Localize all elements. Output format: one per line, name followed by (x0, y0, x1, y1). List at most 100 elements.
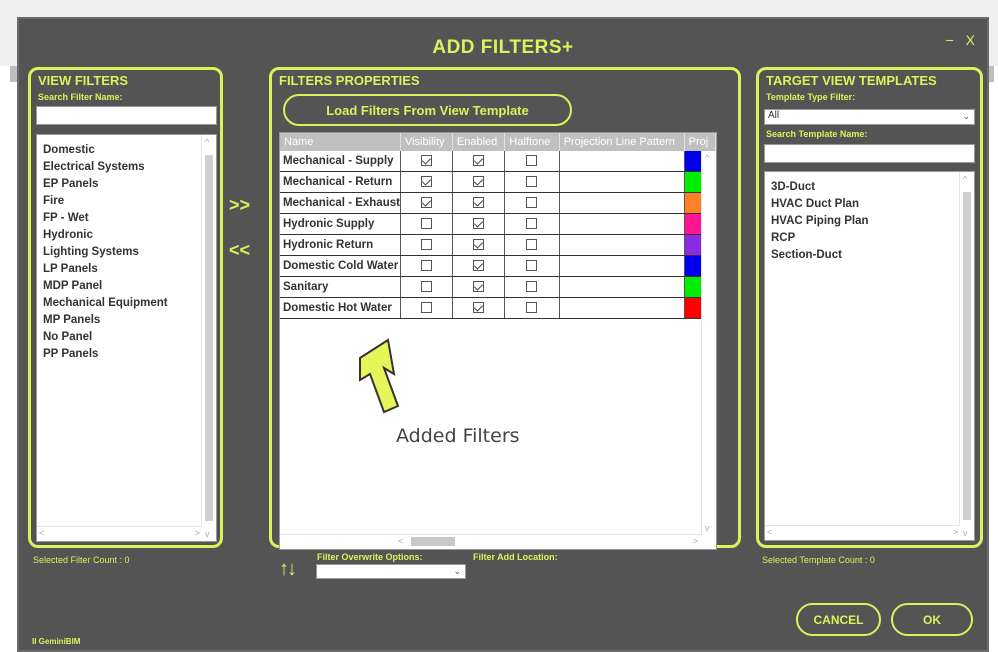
table-row[interactable]: Mechanical - ExhaustR (280, 192, 716, 214)
column-header[interactable]: Projection Line Pattern (559, 133, 685, 151)
list-item[interactable]: Section-Duct (771, 247, 869, 264)
scroll-down-icon[interactable]: v (963, 528, 968, 538)
enabled-checkbox[interactable] (473, 155, 485, 167)
halftone-checkbox[interactable] (526, 176, 538, 188)
filter-name-cell[interactable]: Hydronic Supply (280, 213, 401, 235)
load-filters-button[interactable]: Load Filters From View Template (283, 94, 572, 126)
scroll-left-icon[interactable]: < (398, 536, 403, 546)
filter-name-cell[interactable]: Mechanical - Supply (280, 151, 401, 172)
column-header[interactable]: Proj (684, 133, 716, 151)
list-item[interactable]: EP Panels (43, 176, 168, 193)
scroll-right-icon[interactable]: > (953, 527, 958, 537)
scrollbar-thumb[interactable] (205, 155, 213, 521)
list-item[interactable]: Hydronic (43, 227, 168, 244)
list-item[interactable]: Lighting Systems (43, 244, 168, 261)
projection-line-pattern-cell[interactable] (559, 192, 685, 214)
list-item[interactable]: FP - Wet (43, 210, 168, 227)
view-filters-list[interactable]: Domestic Electrical Systems EP Panels Fire F… (36, 134, 217, 542)
enabled-checkbox[interactable] (473, 239, 485, 251)
scroll-down-icon[interactable]: v (705, 523, 710, 533)
list-item[interactable]: 3D-Duct (771, 179, 869, 196)
vertical-scrollbar[interactable]: ^ v (959, 172, 974, 540)
projection-line-pattern-cell[interactable] (559, 276, 685, 298)
table-row[interactable]: Domestic Cold Water (280, 255, 716, 277)
list-item[interactable]: No Panel (43, 329, 168, 346)
list-item[interactable]: Fire (43, 193, 168, 210)
list-item[interactable]: Electrical Systems (43, 159, 168, 176)
list-item[interactable]: Domestic (43, 142, 168, 159)
enabled-checkbox[interactable] (473, 281, 485, 293)
close-button[interactable]: X (966, 32, 975, 48)
column-header[interactable]: Name (280, 133, 401, 151)
projection-line-pattern-cell[interactable] (559, 234, 685, 256)
visibility-checkbox[interactable] (420, 197, 432, 209)
add-filter-button[interactable]: >> (229, 195, 250, 216)
enabled-checkbox[interactable] (473, 197, 485, 209)
projection-line-pattern-cell[interactable] (559, 213, 685, 235)
filter-name-cell[interactable]: Mechanical - Return (280, 171, 401, 193)
sort-arrows-icon[interactable]: ↑↓ (279, 558, 297, 581)
filter-name-cell[interactable]: Domestic Cold Water (280, 255, 401, 277)
horizontal-scrollbar[interactable]: < > (765, 525, 960, 540)
visibility-checkbox[interactable] (420, 155, 432, 167)
overwrite-options-select[interactable]: ⌄ (316, 564, 466, 579)
ok-button[interactable]: OK (891, 603, 973, 636)
search-template-input[interactable] (764, 144, 975, 163)
list-item[interactable]: MP Panels (43, 312, 168, 329)
scroll-left-icon[interactable]: < (39, 528, 44, 538)
table-row[interactable]: Mechanical - Return (280, 171, 716, 193)
column-header[interactable]: Visibility (400, 133, 453, 151)
list-item[interactable]: LP Panels (43, 261, 168, 278)
halftone-checkbox[interactable] (526, 260, 538, 272)
visibility-checkbox[interactable] (420, 302, 432, 314)
list-item[interactable]: HVAC Piping Plan (771, 213, 869, 230)
vertical-scrollbar[interactable]: ^ v (201, 135, 216, 541)
table-row[interactable]: Mechanical - Supply (280, 151, 716, 172)
column-header[interactable]: Halftone (504, 133, 560, 151)
minimize-button[interactable]: − (946, 32, 954, 48)
filter-name-cell[interactable]: Mechanical - Exhaust (280, 192, 401, 214)
scroll-up-icon[interactable]: ^ (963, 174, 967, 184)
hscroll-thumb[interactable] (411, 537, 455, 546)
halftone-checkbox[interactable] (526, 239, 538, 251)
list-item[interactable]: MDP Panel (43, 278, 168, 295)
projection-line-pattern-cell[interactable] (559, 255, 685, 277)
filter-name-cell[interactable]: Domestic Hot Water (280, 297, 401, 319)
visibility-checkbox[interactable] (420, 260, 432, 272)
column-header[interactable]: Enabled (452, 133, 506, 151)
projection-line-pattern-cell[interactable] (559, 171, 685, 193)
projection-line-pattern-cell[interactable] (559, 297, 685, 319)
templates-list[interactable]: 3D-Duct HVAC Duct Plan HVAC Piping Plan RCP… (764, 171, 975, 541)
halftone-checkbox[interactable] (526, 281, 538, 293)
visibility-checkbox[interactable] (420, 239, 432, 251)
remove-filter-button[interactable]: << (229, 240, 250, 261)
filter-name-cell[interactable]: Sanitary (280, 276, 401, 298)
halftone-checkbox[interactable] (526, 218, 538, 230)
scroll-up-icon[interactable]: ^ (205, 137, 209, 147)
table-row[interactable]: Domestic Hot Water (280, 297, 716, 319)
grid-vertical-scrollbar[interactable]: ^ v (701, 151, 716, 535)
table-row[interactable]: Sanitary (280, 276, 716, 298)
halftone-checkbox[interactable] (526, 197, 538, 209)
scroll-left-icon[interactable]: < (767, 527, 772, 537)
visibility-checkbox[interactable] (420, 281, 432, 293)
visibility-checkbox[interactable] (420, 176, 432, 188)
grid-horizontal-scrollbar[interactable]: < > (280, 534, 702, 549)
scrollbar-thumb[interactable] (963, 192, 971, 520)
cancel-button[interactable]: CANCEL (796, 603, 881, 636)
list-item[interactable]: PP Panels (43, 346, 168, 363)
visibility-checkbox[interactable] (420, 218, 432, 230)
table-row[interactable]: Hydronic SupplyR (280, 213, 716, 235)
scroll-down-icon[interactable]: v (205, 529, 210, 539)
enabled-checkbox[interactable] (473, 218, 485, 230)
scroll-right-icon[interactable]: > (195, 528, 200, 538)
scroll-up-icon[interactable]: ^ (705, 153, 709, 163)
list-item[interactable]: HVAC Duct Plan (771, 196, 869, 213)
list-item[interactable]: Mechanical Equipment (43, 295, 168, 312)
projection-line-pattern-cell[interactable] (559, 151, 685, 172)
halftone-checkbox[interactable] (526, 155, 538, 167)
enabled-checkbox[interactable] (473, 260, 485, 272)
filter-name-cell[interactable]: Hydronic Return (280, 234, 401, 256)
table-row[interactable]: Hydronic ReturnR (280, 234, 716, 256)
halftone-checkbox[interactable] (526, 302, 538, 314)
